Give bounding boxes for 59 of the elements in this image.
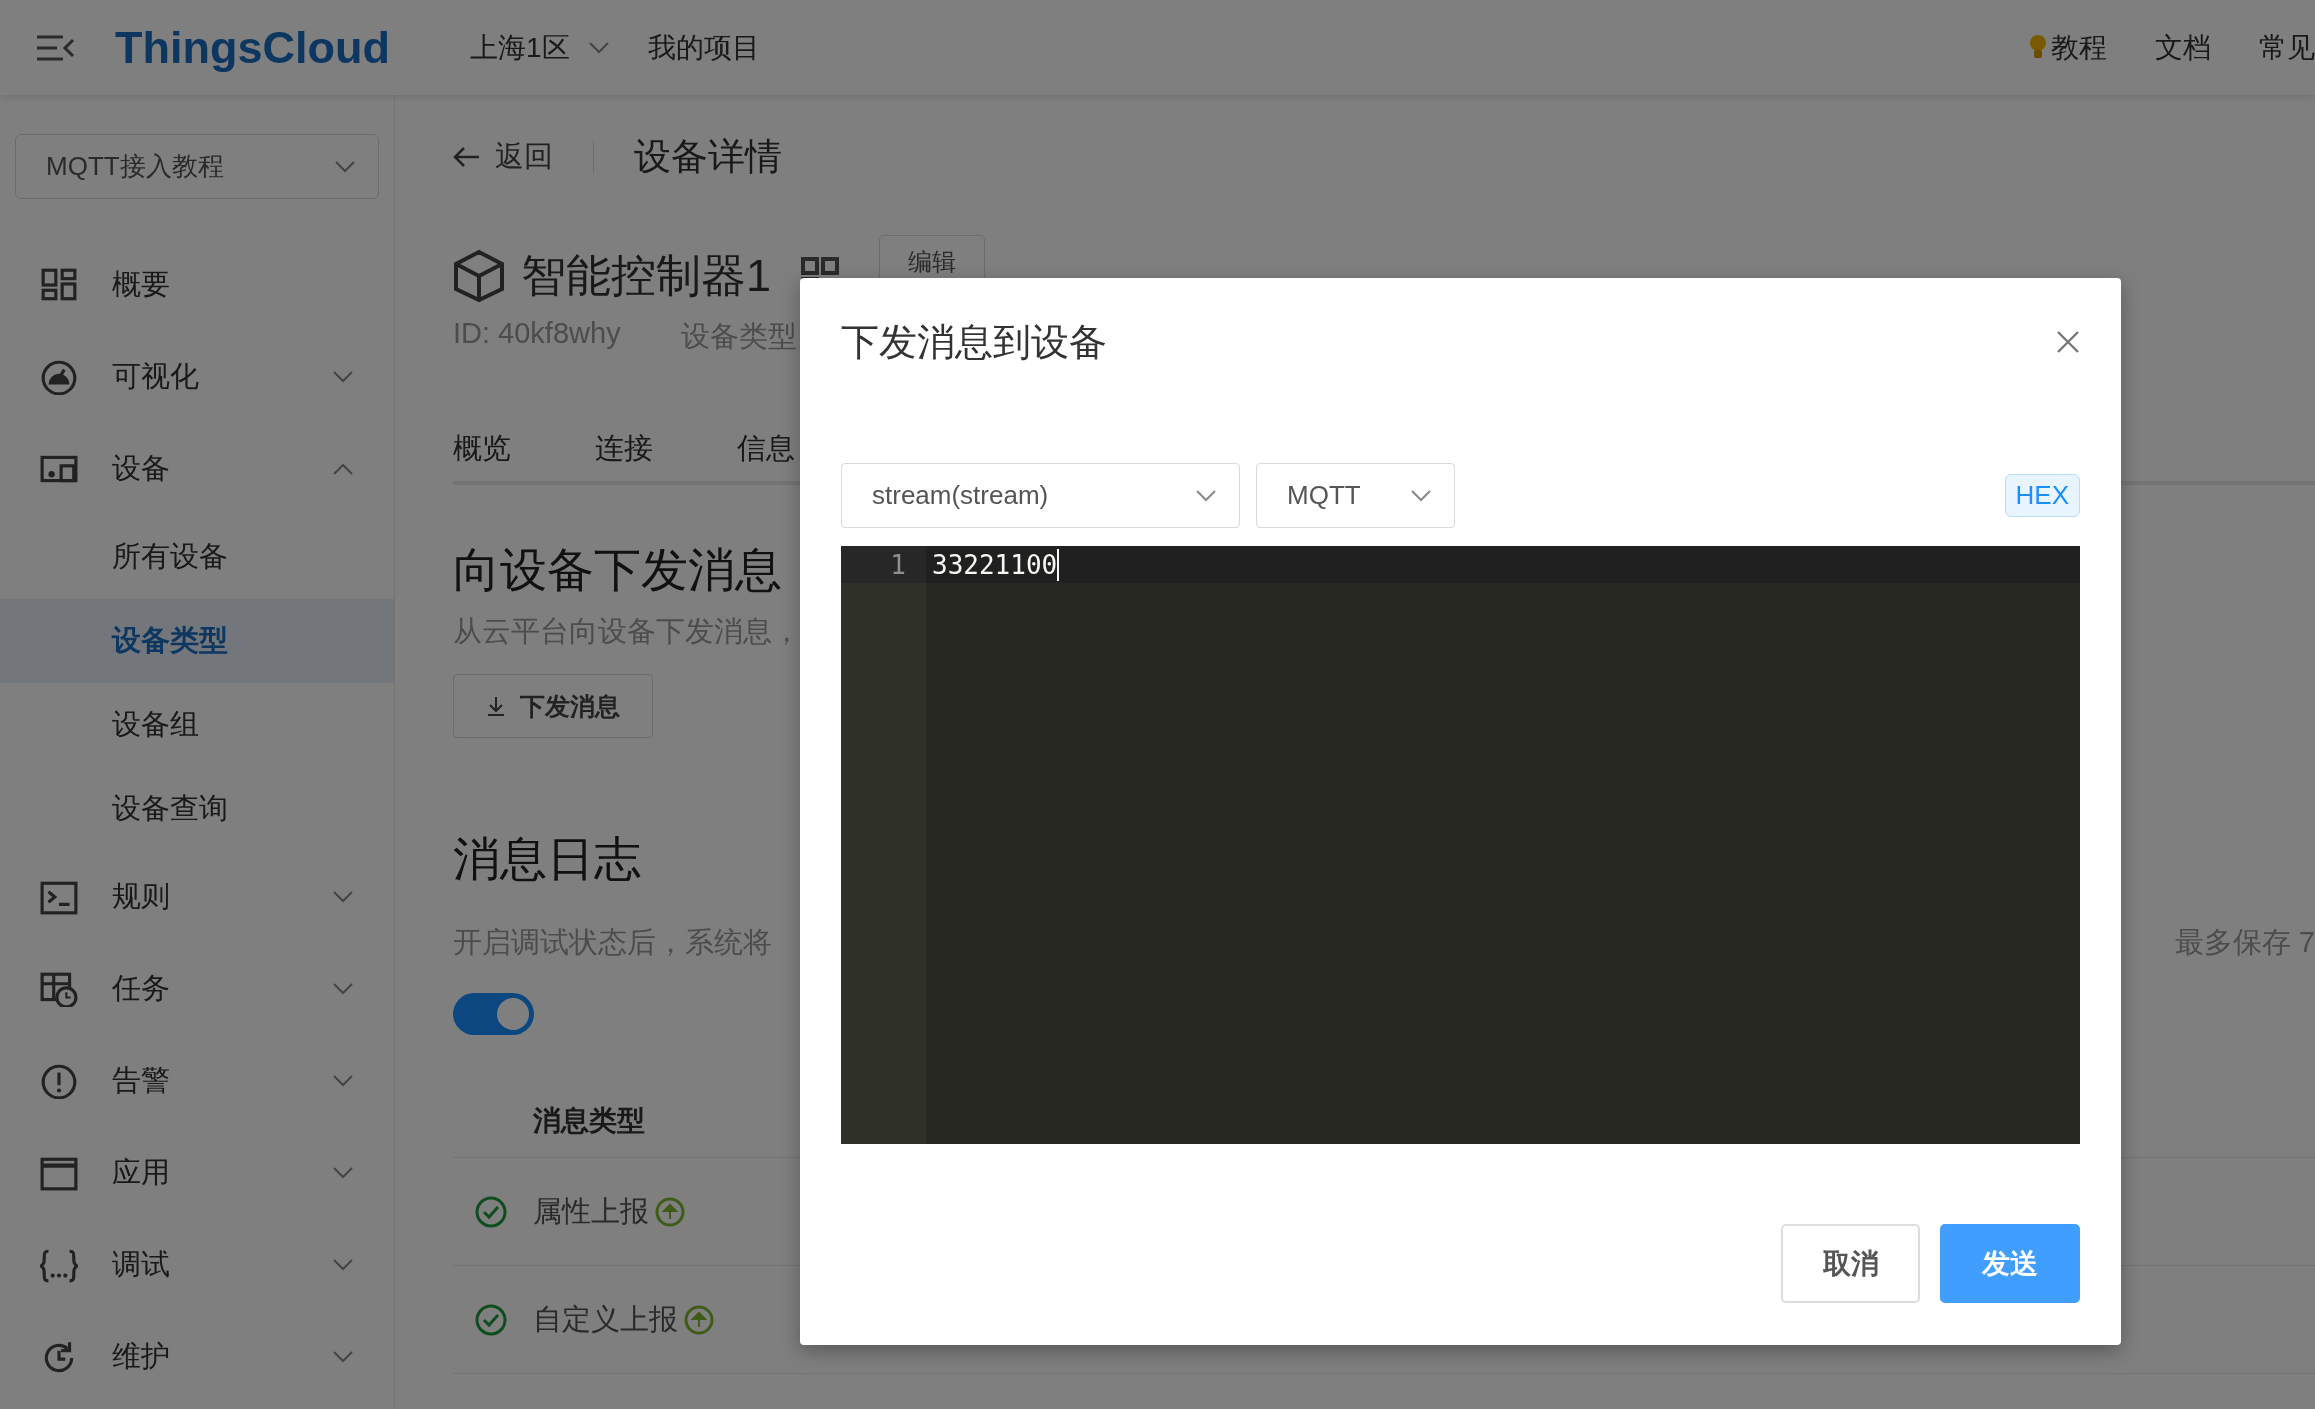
sidebar-item[interactable]: 可视化 — [0, 331, 394, 423]
nav-link[interactable]: 文档 — [2155, 28, 2211, 67]
message-type: 自定义上报 — [533, 1301, 678, 1337]
section-heading: 消息日志 — [453, 831, 641, 887]
code-editor[interactable]: 1 33221100 — [841, 546, 2080, 1144]
close-icon[interactable] — [2056, 330, 2080, 354]
cancel-button[interactable]: 取消 — [1781, 1224, 1920, 1303]
send-message-button[interactable]: 下发消息 — [453, 674, 653, 738]
sidebar-item[interactable]: 规则 — [0, 851, 394, 943]
cube-icon — [453, 249, 505, 303]
send-button[interactable]: 发送 — [1940, 1224, 2080, 1303]
device-name: 智能控制器1 — [521, 249, 772, 303]
alert-icon — [40, 1063, 78, 1099]
line-number: 1 — [841, 546, 926, 583]
tab[interactable]: 连接 — [595, 429, 653, 479]
sidebar-item[interactable]: 调试 — [0, 1219, 394, 1311]
sidebar-item[interactable]: 维护 — [0, 1311, 394, 1403]
calendar-clock-icon — [40, 971, 78, 1007]
window-icon — [40, 1155, 78, 1191]
tab[interactable]: 概览 — [453, 429, 511, 479]
braces-icon — [40, 1247, 78, 1283]
dashboard-icon — [40, 267, 78, 303]
column-header: 消息类型 — [533, 1104, 645, 1138]
sidebar-item[interactable]: 设备 — [0, 423, 394, 515]
sidebar-item[interactable]: 告警 — [0, 1035, 394, 1127]
sidebar-item[interactable]: 应用 — [0, 1127, 394, 1219]
arrow-left-icon — [453, 146, 481, 168]
region-dropdown[interactable]: 上海1区 — [469, 28, 610, 67]
protocol-select[interactable]: MQTT — [1256, 463, 1455, 528]
page-title: 设备详情 — [634, 135, 782, 179]
chevron-down-icon — [1410, 488, 1432, 503]
menu-collapse-icon[interactable] — [35, 33, 75, 62]
my-projects-link[interactable]: 我的项目 — [647, 28, 760, 67]
section-heading: 向设备下发消息 — [453, 542, 782, 598]
sidebar-subitem[interactable]: 设备查询 — [0, 767, 394, 851]
sidebar-item[interactable]: 任务 — [0, 943, 394, 1035]
message-type: 属性上报 — [533, 1193, 649, 1229]
sidebar-subitem[interactable]: 设备类型 — [0, 599, 394, 683]
debug-toggle[interactable] — [453, 993, 534, 1035]
sidebar-subitem[interactable]: 所有设备 — [0, 515, 394, 599]
text-cursor — [1057, 548, 1060, 581]
code-line: 33221100 — [932, 549, 1058, 580]
dialog-title: 下发消息到设备 — [841, 319, 1107, 365]
format-tag[interactable]: HEX — [2004, 474, 2080, 517]
chevron-down-icon — [587, 40, 610, 55]
project-select[interactable]: MQTT接入教程 — [15, 134, 379, 199]
chevron-down-icon — [334, 159, 356, 174]
tab[interactable]: 信息 — [737, 429, 795, 479]
download-icon — [486, 695, 506, 717]
nav-link[interactable]: 常见 — [2259, 28, 2315, 67]
nav-link[interactable]: 教程 — [2029, 28, 2107, 67]
sidebar-item[interactable]: 概要 — [0, 239, 394, 331]
sidebar-subitem[interactable]: 设备组 — [0, 683, 394, 767]
chevron-down-icon — [1195, 488, 1217, 503]
gauge-icon — [40, 359, 78, 395]
back-link[interactable]: 返回 — [453, 137, 553, 177]
message-type-select[interactable]: stream(stream) — [841, 463, 1240, 528]
terminal-icon — [40, 879, 78, 915]
logo[interactable]: ThingsCloud — [115, 21, 390, 74]
